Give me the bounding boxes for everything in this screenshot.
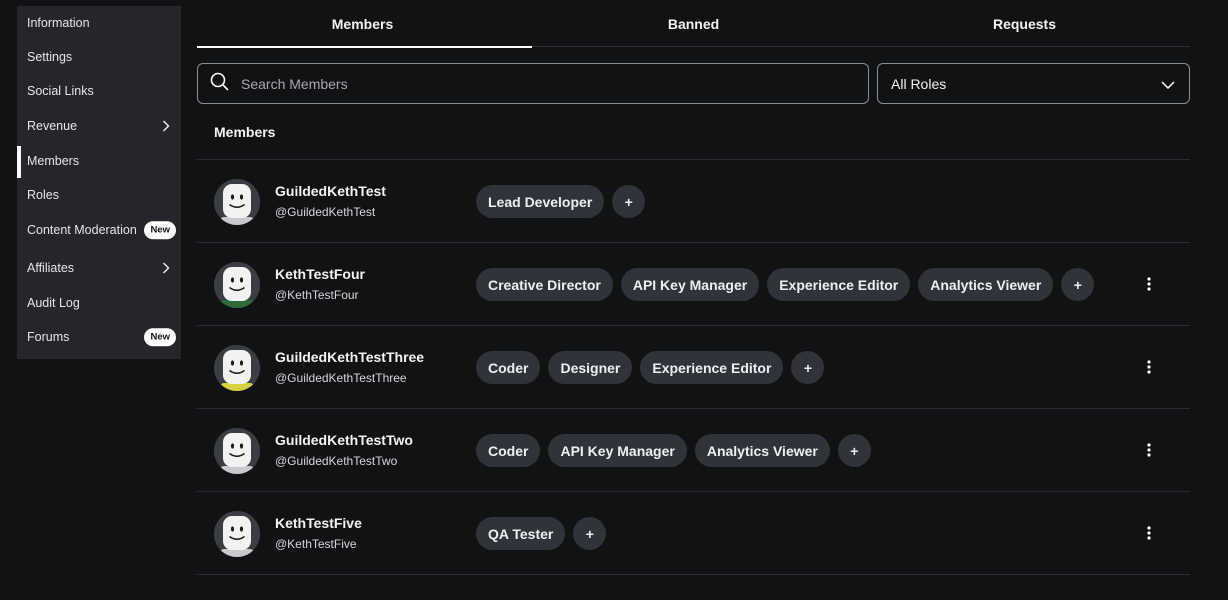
role-pill[interactable]: QA Tester — [476, 517, 566, 550]
member-roles: QA Tester + — [476, 517, 607, 550]
member-handle: @KethTestFive — [275, 537, 357, 551]
more-options-icon[interactable] — [1138, 522, 1160, 544]
members-tabs: Members Banned Requests — [197, 0, 1190, 48]
member-row: GuildedKethTest @GuildedKethTest Lead Deve… — [197, 160, 1190, 243]
new-badge: New — [144, 221, 176, 239]
members-section-title: Members — [214, 124, 276, 140]
role-pill[interactable]: Analytics Viewer — [694, 434, 830, 467]
search-icon — [210, 72, 229, 96]
role-pill[interactable]: Coder — [476, 351, 541, 384]
avatar[interactable] — [214, 262, 260, 308]
sidebar-item-revenue[interactable]: Revenue — [17, 109, 181, 143]
avatar[interactable] — [214, 511, 260, 557]
add-role-button[interactable]: + — [837, 434, 871, 467]
avatar[interactable] — [214, 345, 260, 391]
add-role-button[interactable]: + — [791, 351, 825, 384]
sidebar-item-label: Audit Log — [27, 296, 80, 310]
role-pill[interactable]: API Key Manager — [620, 268, 760, 301]
member-name[interactable]: KethTestFive — [275, 515, 362, 531]
more-options-icon[interactable] — [1138, 439, 1160, 461]
sidebar-item-forums[interactable]: Forums New — [17, 320, 181, 354]
sidebar-item-label: Settings — [27, 50, 73, 64]
sidebar-item-roles[interactable]: Roles — [17, 178, 181, 212]
member-name[interactable]: GuildedKethTest — [275, 183, 386, 199]
member-roles: Creative Director API Key Manager Experien… — [476, 268, 1095, 301]
member-row: KethTestFive @KethTestFive QA Tester + — [197, 492, 1190, 575]
member-roles: Coder Designer Experience Editor + — [476, 351, 825, 384]
sidebar-item-information[interactable]: Information — [17, 6, 181, 40]
member-row: KethTestFour @KethTestFour Creative Direct… — [197, 243, 1190, 326]
more-options-icon[interactable] — [1138, 273, 1160, 295]
member-handle: @GuildedKethTestThree — [275, 371, 407, 385]
chevron-down-icon — [1161, 76, 1175, 92]
more-options-icon[interactable] — [1138, 356, 1160, 378]
sidebar-item-label: Content Moderation — [27, 223, 137, 237]
member-roles: Coder API Key Manager Analytics Viewer + — [476, 434, 871, 467]
member-name[interactable]: KethTestFour — [275, 266, 365, 282]
member-handle: @GuildedKethTestTwo — [275, 454, 398, 468]
add-role-button[interactable]: + — [612, 185, 646, 218]
role-pill[interactable]: Experience Editor — [640, 351, 784, 384]
member-row: GuildedKethTestTwo @GuildedKethTestTwo Cod… — [197, 409, 1190, 492]
sidebar-item-audit-log[interactable]: Audit Log — [17, 286, 181, 320]
avatar[interactable] — [214, 179, 260, 225]
role-pill[interactable]: Experience Editor — [767, 268, 911, 301]
role-pill[interactable]: API Key Manager — [548, 434, 687, 467]
chevron-right-icon — [159, 119, 173, 133]
tab-requests[interactable]: Requests — [859, 0, 1190, 47]
settings-sidebar: Information Settings Social Links Revenu… — [17, 6, 181, 359]
sidebar-item-label: Information — [27, 16, 90, 30]
roles-filter-value: All Roles — [891, 75, 947, 92]
role-pill[interactable]: Designer — [548, 351, 633, 384]
role-pill[interactable]: Analytics Viewer — [918, 268, 1054, 301]
sidebar-item-label: Social Links — [27, 84, 94, 98]
roles-filter-dropdown[interactable]: All Roles — [877, 63, 1190, 104]
sidebar-item-label: Roles — [27, 188, 59, 202]
member-handle: @GuildedKethTest — [275, 205, 376, 219]
member-row: GuildedKethTestThree @GuildedKethTestThre… — [197, 326, 1190, 409]
tab-members[interactable]: Members — [197, 0, 532, 48]
chevron-right-icon — [159, 261, 173, 275]
member-name[interactable]: GuildedKethTestThree — [275, 349, 424, 365]
role-pill[interactable]: Creative Director — [476, 268, 613, 301]
new-badge: New — [144, 328, 176, 346]
role-pill[interactable]: Coder — [476, 434, 541, 467]
sidebar-item-label: Members — [27, 154, 80, 168]
sidebar-item-label: Affiliates — [27, 261, 75, 275]
sidebar-item-label: Revenue — [27, 119, 78, 133]
avatar[interactable] — [214, 428, 260, 474]
sidebar-item-settings[interactable]: Settings — [17, 40, 181, 74]
sidebar-item-label: Forums — [27, 330, 70, 344]
tab-banned[interactable]: Banned — [528, 0, 859, 47]
member-name[interactable]: GuildedKethTestTwo — [275, 432, 413, 448]
add-role-button[interactable]: + — [573, 517, 607, 550]
sidebar-item-affiliates[interactable]: Affiliates — [17, 251, 181, 285]
add-role-button[interactable]: + — [1061, 268, 1095, 301]
sidebar-item-social-links[interactable]: Social Links — [17, 74, 181, 108]
member-roles: Lead Developer + — [476, 185, 646, 218]
role-pill[interactable]: Lead Developer — [476, 185, 605, 218]
sidebar-item-content-moderation[interactable]: Content Moderation New — [17, 213, 181, 247]
search-input[interactable] — [239, 74, 839, 93]
search-box — [197, 63, 869, 104]
member-handle: @KethTestFour — [275, 288, 359, 302]
member-list: GuildedKethTest @GuildedKethTest Lead Deve… — [197, 159, 1190, 575]
sidebar-item-members[interactable]: Members — [17, 144, 181, 178]
